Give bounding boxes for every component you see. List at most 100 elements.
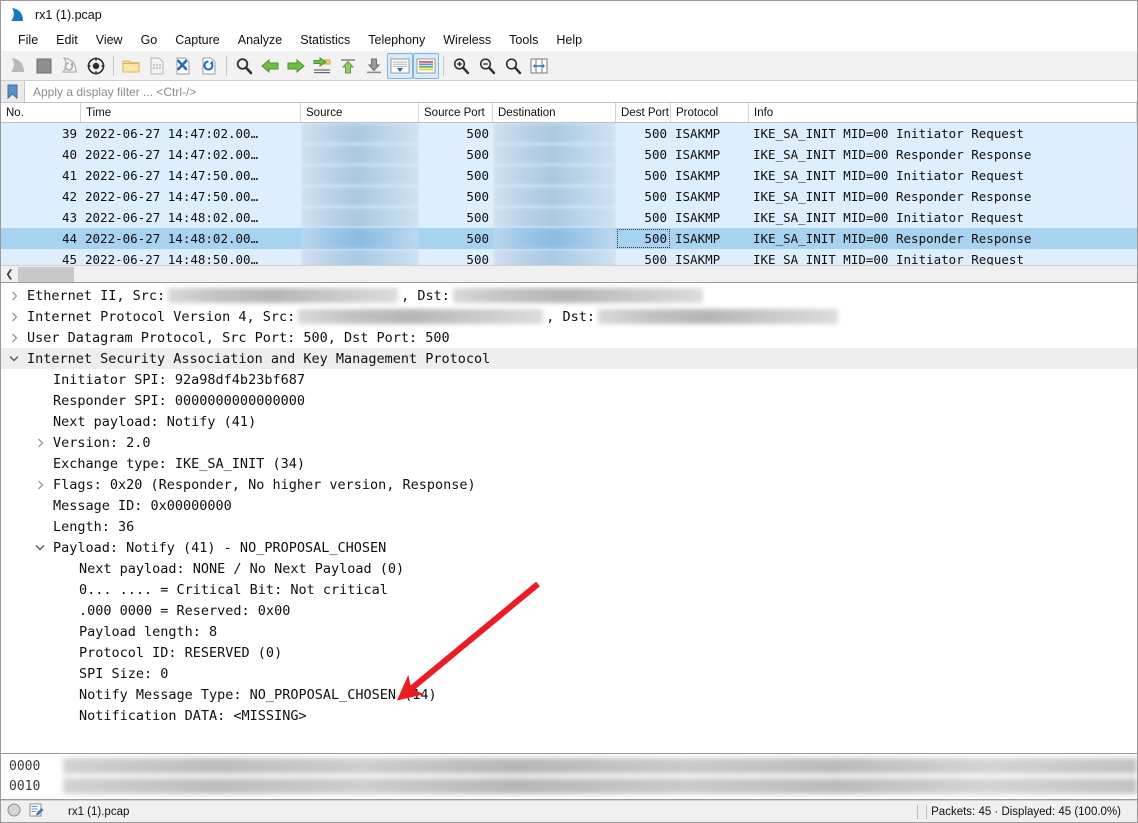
- menu-file[interactable]: File: [9, 31, 47, 49]
- detail-row-text: 0... .... = Critical Bit: Not critical: [79, 582, 388, 598]
- column-header-source-port[interactable]: Source Port: [419, 103, 493, 122]
- detail-tree-row[interactable]: Exchange type: IKE_SA_INIT (34): [1, 453, 1137, 474]
- close-file-icon[interactable]: [170, 53, 196, 79]
- find-packet-icon[interactable]: [231, 53, 257, 79]
- detail-tree-row[interactable]: Flags: 0x20 (Responder, No higher versio…: [1, 474, 1137, 495]
- menu-edit[interactable]: Edit: [47, 31, 87, 49]
- reload-file-icon[interactable]: [196, 53, 222, 79]
- menu-capture[interactable]: Capture: [166, 31, 228, 49]
- redacted-address: [301, 123, 419, 144]
- menu-tools[interactable]: Tools: [500, 31, 547, 49]
- tree-indent-spacer: [59, 684, 73, 705]
- packet-row[interactable]: 452022-06-27 14:48:50.00…500500ISAKMPIKE…: [1, 249, 1137, 265]
- redacted-address: [493, 249, 616, 265]
- toolbar-separator-1: [113, 56, 114, 76]
- packet-row[interactable]: 442022-06-27 14:48:02.00…500500ISAKMPIKE…: [1, 228, 1137, 249]
- column-header-destination[interactable]: Destination: [493, 103, 616, 122]
- detail-tree-row[interactable]: Length: 36: [1, 516, 1137, 537]
- go-forward-icon[interactable]: [283, 53, 309, 79]
- resize-columns-icon[interactable]: [526, 53, 552, 79]
- scrollbar-thumb[interactable]: [18, 267, 74, 282]
- packet-cell-source: [301, 249, 419, 265]
- detail-tree-row[interactable]: Internet Protocol Version 4, Src:, Dst:: [1, 306, 1137, 327]
- menu-go[interactable]: Go: [132, 31, 167, 49]
- packet-row[interactable]: 432022-06-27 14:48:02.00…500500ISAKMPIKE…: [1, 207, 1137, 228]
- start-capture-icon[interactable]: [5, 53, 31, 79]
- display-filter-input[interactable]: [25, 81, 1137, 102]
- zoom-in-icon[interactable]: [448, 53, 474, 79]
- detail-tree-row[interactable]: Version: 2.0: [1, 432, 1137, 453]
- menu-analyze[interactable]: Analyze: [229, 31, 291, 49]
- packet-row[interactable]: 412022-06-27 14:47:50.00…500500ISAKMPIKE…: [1, 165, 1137, 186]
- column-header-info[interactable]: Info: [749, 103, 1137, 122]
- colorize-icon[interactable]: [413, 53, 439, 79]
- chevron-right-icon[interactable]: [7, 327, 21, 348]
- edit-comment-icon[interactable]: [29, 803, 44, 820]
- go-back-icon[interactable]: [257, 53, 283, 79]
- column-header-time[interactable]: Time: [81, 103, 301, 122]
- wireshark-fin-icon: [9, 7, 27, 23]
- detail-tree-row[interactable]: 0... .... = Critical Bit: Not critical: [1, 579, 1137, 600]
- title-bar: rx1 (1).pcap: [1, 1, 1137, 29]
- detail-tree-row[interactable]: Payload: Notify (41) - NO_PROPOSAL_CHOSE…: [1, 537, 1137, 558]
- detail-tree-row[interactable]: Notification DATA: <MISSING>: [1, 705, 1137, 726]
- detail-tree-row[interactable]: Initiator SPI: 92a98df4b23bf687: [1, 369, 1137, 390]
- column-header-protocol[interactable]: Protocol: [671, 103, 749, 122]
- packet-row[interactable]: 392022-06-27 14:47:02.00…500500ISAKMPIKE…: [1, 123, 1137, 144]
- detail-tree-row[interactable]: Internet Security Association and Key Ma…: [1, 348, 1137, 369]
- detail-tree-row[interactable]: SPI Size: 0: [1, 663, 1137, 684]
- capture-options-icon[interactable]: [83, 53, 109, 79]
- capture-status-icon[interactable]: [7, 803, 21, 820]
- detail-row-text: Internet Security Association and Key Ma…: [27, 351, 490, 367]
- auto-scroll-icon[interactable]: [387, 53, 413, 79]
- chevron-right-icon[interactable]: [33, 474, 47, 495]
- column-header-no[interactable]: No.: [1, 103, 81, 122]
- detail-row-label: Next payload: Notify (41): [53, 414, 256, 430]
- zoom-reset-icon[interactable]: [500, 53, 526, 79]
- status-file-name: rx1 (1).pcap: [68, 806, 129, 818]
- menu-telephony[interactable]: Telephony: [359, 31, 434, 49]
- menu-wireless[interactable]: Wireless: [434, 31, 500, 49]
- save-file-icon[interactable]: [144, 53, 170, 79]
- detail-tree-row[interactable]: Notify Message Type: NO_PROPOSAL_CHOSEN …: [1, 684, 1137, 705]
- detail-tree-row[interactable]: Protocol ID: RESERVED (0): [1, 642, 1137, 663]
- packet-cell-source: [301, 228, 419, 249]
- packet-list-horizontal-scrollbar[interactable]: ❮: [1, 265, 1137, 282]
- chevron-down-icon[interactable]: [7, 348, 21, 369]
- detail-tree-row[interactable]: Payload length: 8: [1, 621, 1137, 642]
- chevron-right-icon[interactable]: [33, 432, 47, 453]
- restart-capture-icon[interactable]: [57, 53, 83, 79]
- column-header-dest-port[interactable]: Dest Port: [616, 103, 671, 122]
- bookmark-icon[interactable]: [1, 81, 25, 102]
- byte-offset-row: 0000: [9, 757, 63, 777]
- detail-tree-row[interactable]: Ethernet II, Src:, Dst:: [1, 285, 1137, 306]
- detail-tree-row[interactable]: Next payload: NONE / No Next Payload (0): [1, 558, 1137, 579]
- stop-capture-icon[interactable]: [31, 53, 57, 79]
- packet-row[interactable]: 422022-06-27 14:47:50.00…500500ISAKMPIKE…: [1, 186, 1137, 207]
- detail-row-text: Next payload: Notify (41): [53, 414, 256, 430]
- redacted-address: [493, 144, 616, 165]
- packet-row[interactable]: 402022-06-27 14:47:02.00…500500ISAKMPIKE…: [1, 144, 1137, 165]
- go-to-first-icon[interactable]: [335, 53, 361, 79]
- menu-help[interactable]: Help: [547, 31, 591, 49]
- column-header-source[interactable]: Source: [301, 103, 419, 122]
- chevron-right-icon[interactable]: [7, 306, 21, 327]
- detail-tree-row[interactable]: Next payload: Notify (41): [1, 411, 1137, 432]
- menu-view[interactable]: View: [87, 31, 132, 49]
- packet-cell-info: IKE_SA_INIT MID=00 Initiator Request: [749, 207, 1137, 228]
- open-file-icon[interactable]: [118, 53, 144, 79]
- go-to-last-icon[interactable]: [361, 53, 387, 79]
- detail-tree-row[interactable]: Message ID: 0x00000000: [1, 495, 1137, 516]
- go-to-packet-icon[interactable]: [309, 53, 335, 79]
- packet-cell-source-port: 500: [419, 207, 493, 228]
- chevron-right-icon[interactable]: [7, 285, 21, 306]
- detail-tree-row[interactable]: User Datagram Protocol, Src Port: 500, D…: [1, 327, 1137, 348]
- detail-tree-row[interactable]: Responder SPI: 0000000000000000: [1, 390, 1137, 411]
- detail-tree-row[interactable]: .000 0000 = Reserved: 0x00: [1, 600, 1137, 621]
- toolbar-separator-2: [226, 56, 227, 76]
- scroll-left-icon[interactable]: ❮: [1, 266, 18, 283]
- chevron-down-icon[interactable]: [33, 537, 47, 558]
- menu-statistics[interactable]: Statistics: [291, 31, 359, 49]
- packet-cell-dest-port: 500: [616, 228, 671, 249]
- zoom-out-icon[interactable]: [474, 53, 500, 79]
